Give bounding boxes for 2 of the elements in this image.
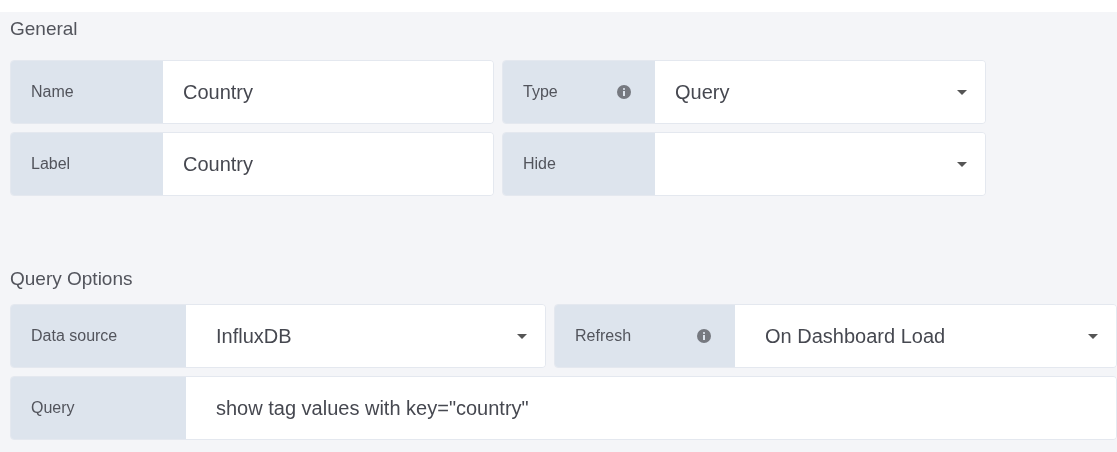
section-title: Query Options bbox=[10, 267, 134, 291]
section-title: General bbox=[10, 17, 79, 41]
